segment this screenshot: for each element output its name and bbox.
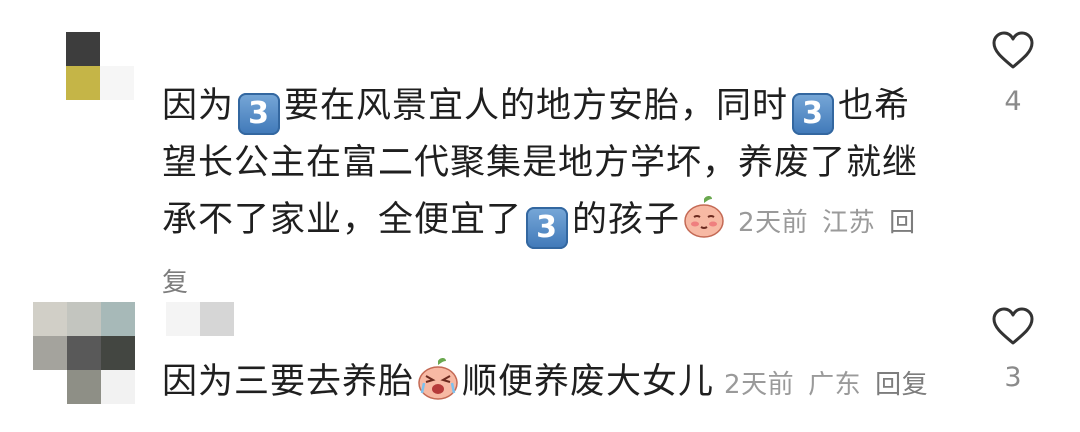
like-count: 4 [1004, 86, 1022, 117]
comment-time: 2天前 [724, 370, 795, 400]
avatar[interactable] [33, 302, 135, 404]
like-button[interactable]: 4 [990, 30, 1036, 117]
crying-peach-face-icon [418, 358, 458, 400]
keycap-3-icon: 3 [792, 93, 835, 135]
comment-location: 江苏 [822, 208, 876, 238]
comment-item: 因为 3 要在风景宜人的地方安胎，同时 3 也希望长公主在富二代聚集是地方学坏，养废了就… [0, 0, 1080, 298]
comment-location: 广东 [808, 370, 862, 400]
comment-text: 因为 3 要在风景宜人的地方安胎，同时 3 也希望长公主在富二代聚集是地方学坏，养废了就… [162, 86, 919, 298]
keycap-3-icon: 3 [238, 93, 281, 135]
comment-time: 2天前 [738, 208, 809, 238]
comment-meta: 2天前 广东 回复 [724, 370, 928, 400]
username-placeholder[interactable] [166, 302, 236, 336]
blushing-peach-face-icon [684, 196, 724, 238]
comment-item: 因为三要去养胎 顺便养废大女儿 2天前 广东 回复 3 [0, 280, 1080, 432]
heart-icon[interactable] [991, 30, 1035, 70]
like-button[interactable]: 3 [990, 306, 1036, 393]
avatar[interactable] [66, 32, 136, 102]
heart-icon[interactable] [991, 306, 1035, 346]
like-count: 3 [1004, 362, 1022, 393]
reply-button[interactable]: 回复 [875, 370, 928, 400]
comment-text: 因为三要去养胎 顺便养废大女儿 2天前 广东 回复 [162, 354, 942, 414]
keycap-3-icon: 3 [526, 207, 569, 249]
